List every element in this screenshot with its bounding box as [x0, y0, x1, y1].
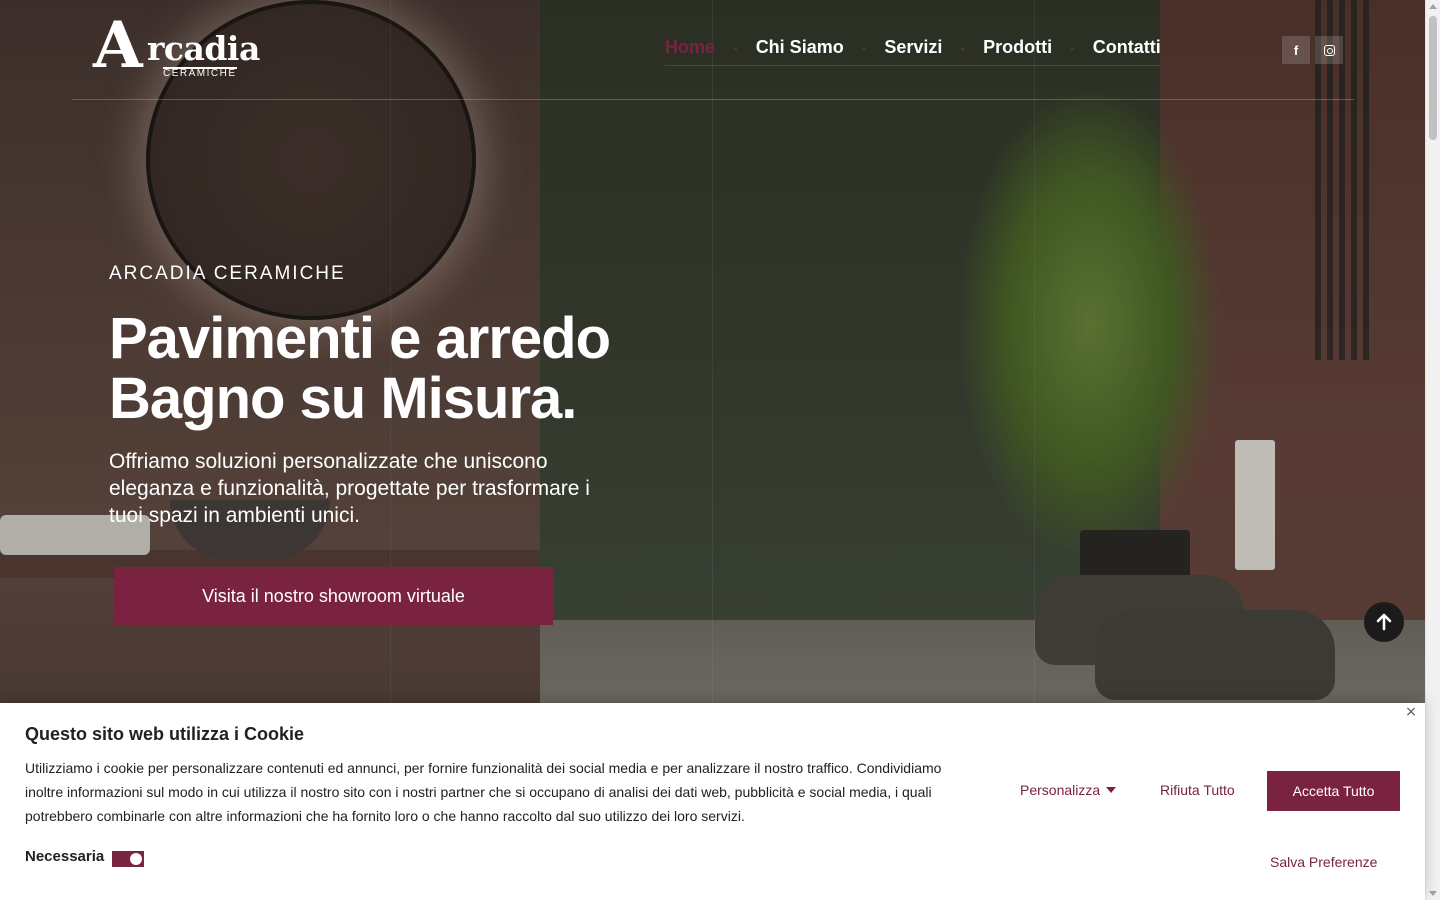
scrollbar-down-arrow-icon[interactable] [1429, 891, 1437, 896]
nav-item-home[interactable]: Home [665, 37, 715, 58]
nav-item-prodotti[interactable]: Prodotti [983, 37, 1052, 58]
hero-grid-line [712, 0, 713, 720]
hero-title-line-2: Bagno su Misura. [109, 366, 577, 431]
hero-title: Pavimenti e arredo Bagno su Misura. [109, 309, 669, 429]
cookie-banner-text: Utilizziamo i cookie per personalizzare … [25, 760, 942, 824]
arrow-up-icon [1376, 613, 1392, 631]
close-icon[interactable]: × [1404, 705, 1418, 719]
cookie-banner-title: Questo sito web utilizza i Cookie [25, 724, 305, 744]
nav-separator: - [733, 39, 738, 56]
scroll-to-top-button[interactable] [1364, 602, 1404, 642]
scrollbar-up-arrow-icon[interactable] [1429, 4, 1437, 9]
nav-item-contatti[interactable]: Contatti [1093, 37, 1161, 58]
instagram-glyph [1323, 44, 1335, 56]
caret-down-icon [1106, 787, 1117, 793]
site-header: A rcadia CERAMICHE Home - Chi Siamo - Se… [72, 0, 1354, 100]
nav-separator: - [960, 39, 966, 56]
accept-all-button[interactable]: Accetta Tutto [1267, 771, 1400, 811]
personalize-label: Personalizza [1020, 782, 1101, 798]
page-scrollbar[interactable] [1425, 0, 1440, 900]
site-logo[interactable]: A rcadia CERAMICHE [93, 14, 293, 80]
reject-all-button[interactable]: Rifiuta Tutto [1160, 782, 1235, 798]
nav-separator: - [861, 39, 867, 56]
logo-subtitle: CERAMICHE [163, 67, 237, 79]
hero-description: Offriamo soluzioni personalizzate che un… [109, 450, 590, 527]
instagram-icon[interactable] [1315, 36, 1343, 64]
logo-initial: A [93, 8, 143, 83]
necessary-cookies-toggle[interactable] [112, 851, 144, 867]
nav-separator: - [1070, 39, 1075, 56]
facebook-glyph: f [1293, 42, 1299, 58]
cookie-banner: × Questo sito web utilizza i Cookie Util… [0, 703, 1425, 900]
personalize-button[interactable]: Personalizza [1020, 782, 1117, 798]
hero-title-line-1: Pavimenti e arredo [109, 306, 611, 371]
logo-wordmark: rcadia [147, 29, 260, 68]
save-preferences-button[interactable]: Salva Preferenze [1270, 854, 1377, 870]
hero-grid-line [1034, 0, 1035, 720]
facebook-icon[interactable]: f [1282, 36, 1310, 64]
necessary-cookies-label: Necessaria [25, 848, 105, 865]
scrollbar-thumb[interactable] [1429, 16, 1437, 140]
nav-item-servizi[interactable]: Servizi [884, 37, 942, 58]
nav-item-chi-siamo[interactable]: Chi Siamo [756, 37, 844, 58]
hero-eyebrow: ARCADIA CERAMICHE [109, 263, 346, 284]
main-navigation: Home - Chi Siamo - Servizi - Prodotti - … [665, 36, 1161, 66]
showroom-cta-button[interactable]: Visita il nostro showroom virtuale [114, 567, 553, 625]
